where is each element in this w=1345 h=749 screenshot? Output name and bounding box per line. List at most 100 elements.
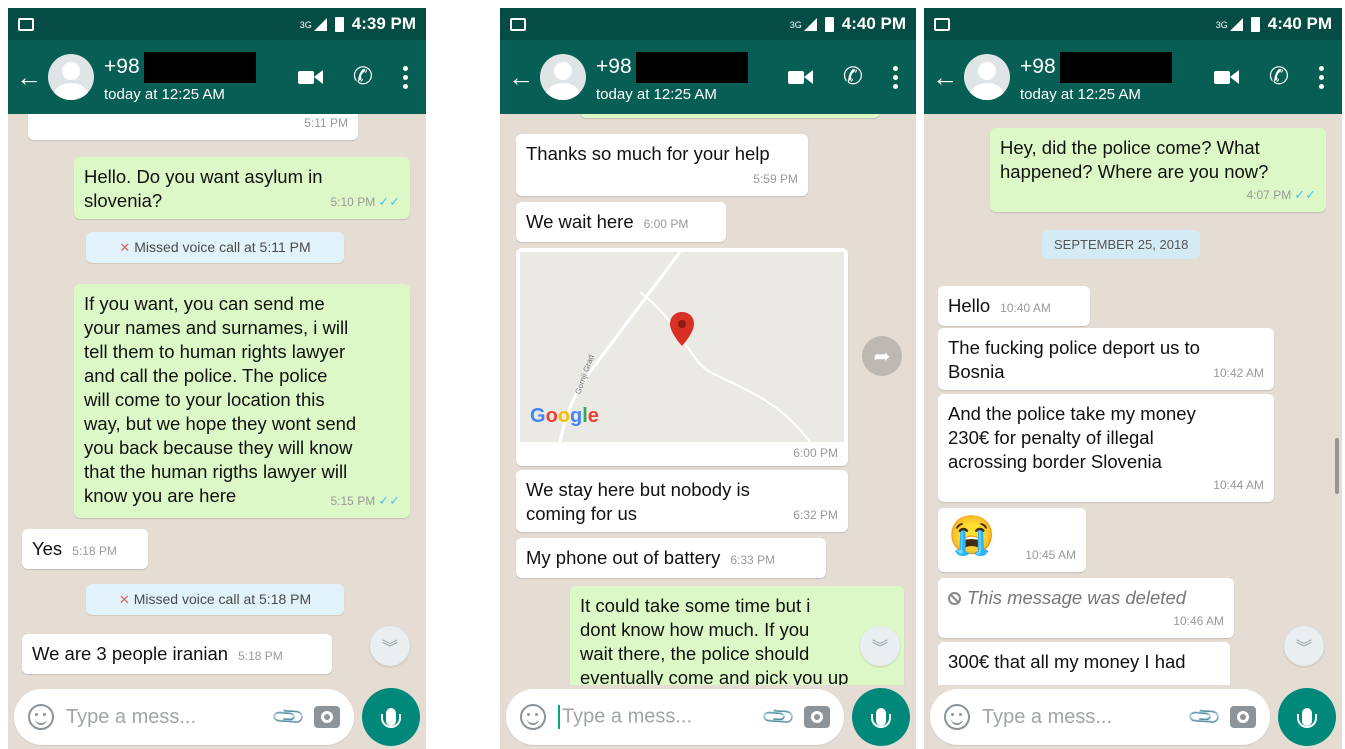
message-incoming[interactable]: The fucking police deport us to Bosnia 1… (938, 328, 1274, 390)
camera-icon[interactable] (314, 706, 340, 728)
message-incoming[interactable]: 300€ that all my money I had (938, 642, 1230, 685)
back-arrow-icon[interactable]: ← (932, 62, 958, 93)
redaction-bar (1059, 51, 1172, 83)
mic-button[interactable] (362, 688, 420, 746)
input-placeholder: Type a mess... (66, 705, 197, 728)
mic-button[interactable] (852, 688, 910, 746)
contact-info[interactable]: +98 today at 12:25 AM (1020, 51, 1172, 103)
message-list[interactable]: Hey, did the police come? What happened?… (924, 114, 1342, 685)
location-message[interactable]: Gornji Grad Google 6:00 PM (516, 248, 848, 466)
battery-icon (824, 16, 834, 32)
back-arrow-icon[interactable]: ← (508, 62, 534, 93)
message-incoming[interactable]: Hello 10:40 AM (938, 286, 1090, 326)
message-text: We stay here but nobody is coming for us (526, 479, 750, 524)
attach-icon[interactable]: 📎 (269, 698, 307, 736)
camera-icon[interactable] (804, 706, 830, 728)
scrollbar[interactable] (1335, 438, 1339, 494)
message-incoming[interactable]: Yes 5:18 PM (22, 529, 148, 569)
message-text: 300€ that all my money I had (948, 651, 1186, 672)
contact-name: +98 (596, 55, 632, 78)
message-text: We wait here (526, 211, 634, 232)
voice-call-icon[interactable]: ✆ (353, 65, 373, 89)
signal-icon (1229, 17, 1243, 31)
mic-button[interactable] (1278, 688, 1336, 746)
message-time: 10:42 AM (1213, 366, 1264, 380)
status-bar: 3G 4:40 PM (924, 8, 1342, 40)
message-text: Hello (948, 295, 991, 316)
message-time: 10:44 AM (1213, 478, 1264, 492)
message-incoming[interactable]: We stay here but nobody is coming for us… (516, 470, 848, 532)
message-list[interactable]: Thanks so much for your help 5:59 PM We … (500, 114, 916, 685)
contact-avatar[interactable] (964, 54, 1010, 100)
read-ticks-icon: ✓✓ (378, 194, 400, 209)
video-call-icon[interactable] (297, 70, 323, 84)
message-time: 5:10 PM (330, 195, 376, 209)
message-incoming[interactable]: We are 3 people iranian 5:18 PM (22, 634, 332, 674)
message-text: Yes (32, 538, 63, 559)
gallery-notification-icon (510, 17, 526, 31)
contact-info[interactable]: +98 today at 12:25 AM (104, 51, 256, 103)
attach-icon[interactable]: 📎 (759, 698, 797, 736)
more-options-icon[interactable] (893, 65, 898, 89)
contact-avatar[interactable] (540, 54, 586, 100)
video-call-icon[interactable] (1213, 70, 1239, 84)
chat-header: ← +98 today at 12:25 AM ✆ (924, 40, 1342, 114)
message-outgoing[interactable]: If you want, you can send me your names … (74, 284, 410, 518)
status-bar: 3G 4:39 PM (8, 8, 426, 40)
message-text: This message was deleted (967, 587, 1187, 608)
emoji-icon[interactable] (28, 704, 54, 730)
message-incoming[interactable]: Thanks so much for your help 5:59 PM (516, 134, 808, 196)
message-incoming[interactable]: We wait here 6:00 PM (516, 202, 726, 242)
missed-call-notice: ✕ Missed voice call at 5:18 PM (86, 584, 344, 615)
network-type: 3G (1215, 20, 1228, 30)
text-cursor (558, 705, 560, 729)
gallery-notification-icon (934, 17, 950, 31)
scroll-down-button[interactable]: ︾ (1284, 626, 1324, 666)
last-seen: today at 12:25 AM (104, 85, 225, 103)
back-arrow-icon[interactable]: ← (16, 62, 42, 93)
voice-call-icon[interactable]: ✆ (843, 65, 863, 89)
message-outgoing[interactable] (580, 114, 880, 118)
contact-info[interactable]: +98 today at 12:25 AM (596, 51, 748, 103)
voice-call-icon[interactable]: ✆ (1269, 65, 1289, 89)
more-options-icon[interactable] (403, 65, 408, 89)
redaction-bar (143, 51, 256, 83)
message-list[interactable]: 5:11 PM Hello. Do you want asylum in slo… (8, 114, 426, 685)
video-call-icon[interactable] (787, 70, 813, 84)
message-incoming[interactable]: 😭 10:45 AM (938, 508, 1086, 572)
map-preview[interactable]: Gornji Grad Google (520, 252, 844, 442)
message-deleted[interactable]: This message was deleted 10:46 AM (938, 578, 1234, 638)
scroll-down-button[interactable]: ︾ (370, 626, 410, 666)
message-input[interactable]: Type a mess... 📎 (506, 689, 844, 745)
message-text: My phone out of battery (526, 547, 721, 568)
status-bar: 3G 4:40 PM (500, 8, 916, 40)
contact-name: +98 (104, 55, 140, 78)
message-input[interactable]: Type a mess... 📎 (14, 689, 354, 745)
contact-name: +98 (1020, 55, 1056, 78)
message-outgoing[interactable]: Hey, did the police come? What happened?… (990, 128, 1326, 212)
emoji-icon[interactable] (520, 704, 546, 730)
message-time: 6:32 PM (793, 508, 838, 522)
battery-icon (334, 16, 344, 32)
message-incoming[interactable]: And the police take my money 230€ for pe… (938, 394, 1274, 502)
message-incoming[interactable]: 5:11 PM (28, 114, 358, 140)
emoji-icon[interactable] (944, 704, 970, 730)
message-time: 4:07 PM (1246, 188, 1292, 202)
message-time: 6:33 PM (730, 553, 776, 567)
attach-icon[interactable]: 📎 (1185, 698, 1223, 736)
more-options-icon[interactable] (1319, 65, 1324, 89)
camera-icon[interactable] (1230, 706, 1256, 728)
message-input[interactable]: Type a mess... 📎 (930, 689, 1270, 745)
gallery-notification-icon (18, 17, 34, 31)
input-bar: Type a mess... 📎 (8, 685, 426, 749)
location-pin-icon (670, 312, 694, 346)
scroll-down-button[interactable]: ︾ (860, 626, 900, 666)
message-outgoing[interactable]: Hello. Do you want asylum in slovenia? 5… (74, 157, 410, 219)
mic-icon (1297, 708, 1317, 728)
network-type: 3G (299, 20, 312, 30)
forward-button[interactable]: ➦ (862, 336, 902, 376)
message-time: 5:11 PM (304, 116, 348, 130)
contact-avatar[interactable] (48, 54, 94, 100)
message-outgoing[interactable]: It could take some time but i dont know … (570, 586, 904, 685)
message-incoming[interactable]: My phone out of battery 6:33 PM (516, 538, 826, 578)
